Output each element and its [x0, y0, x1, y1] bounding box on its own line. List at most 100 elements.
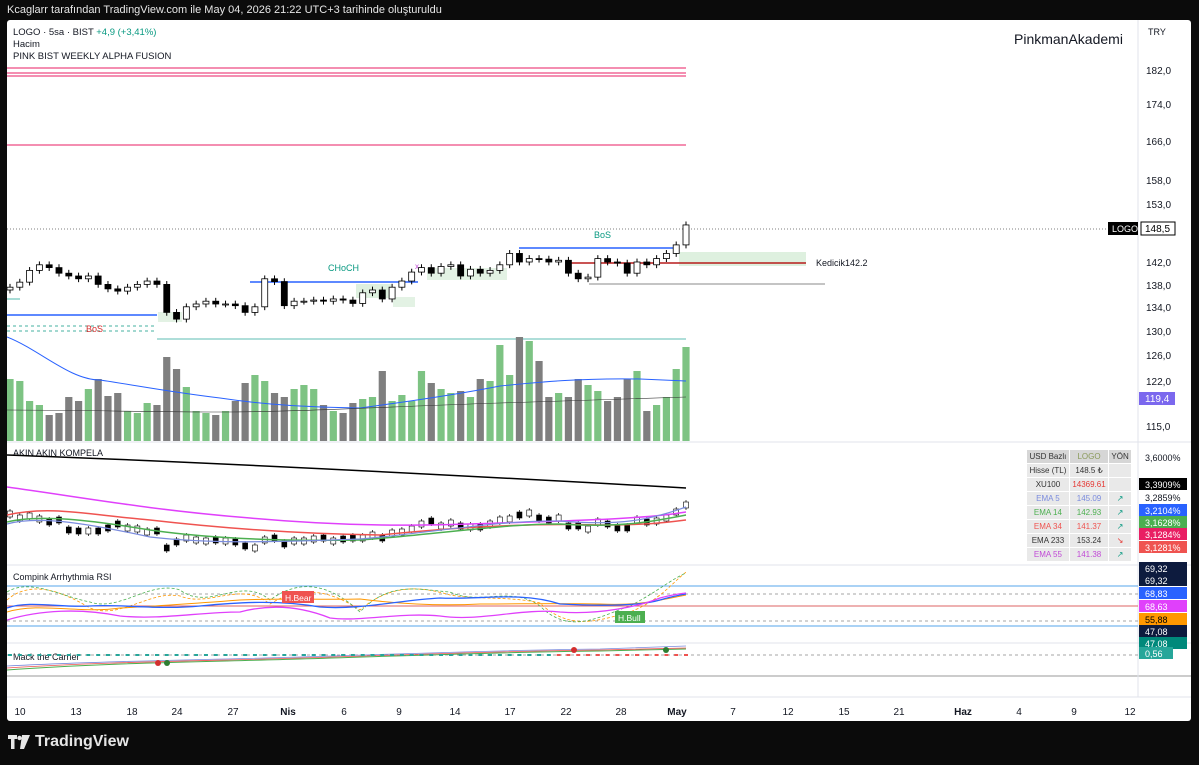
- candle: [545, 258, 553, 263]
- table-cell: ↘: [1108, 533, 1132, 548]
- rsi-line: [7, 594, 687, 613]
- carrier-bar: [96, 654, 101, 656]
- chart-legend: LOGO · 5sa · BIST +4,9 (+3,41%) Hacim PI…: [13, 27, 171, 63]
- y-tick-label: 142,0: [1146, 258, 1171, 269]
- x-tick-label: 7: [730, 707, 736, 718]
- carrier-line: [7, 648, 687, 671]
- currency-label[interactable]: TRY: [1148, 27, 1166, 37]
- carrier-bar: [272, 654, 277, 656]
- y-tick-label: 115,0: [1146, 422, 1171, 433]
- carrier-bar: [615, 654, 620, 656]
- carrier-bar: [331, 654, 336, 656]
- carrier-bar: [47, 654, 52, 656]
- sub-candle: [252, 544, 258, 552]
- candle: [555, 259, 563, 263]
- candle: [427, 267, 435, 274]
- carrier-bar: [458, 654, 463, 656]
- table-cell: [1108, 463, 1132, 478]
- volume-bar: [45, 415, 53, 441]
- y-tick-label: 134,0: [1146, 303, 1171, 314]
- volume-bar: [594, 391, 602, 441]
- symbol-label: LOGO · 5sa · BIST: [13, 27, 94, 38]
- candle: [35, 264, 43, 271]
- carrier-bar: [135, 654, 140, 656]
- volume-bar: [94, 379, 102, 441]
- candle: [280, 281, 288, 307]
- sub-candle: [497, 516, 503, 524]
- tradingview-logo[interactable]: TradingView: [8, 733, 129, 751]
- candle: [16, 281, 24, 288]
- candle: [349, 299, 357, 304]
- chart-frame[interactable]: 10 13 18 24 27 Nis 6 9 14 17 22 28 May 7 12 15 21 Haz 4 9 12…: [7, 20, 1191, 721]
- carrier-bar: [184, 654, 189, 656]
- y-tick-label: 166,0: [1146, 137, 1171, 148]
- carrier-bar: [66, 654, 71, 656]
- table-row: Hisse (TL) 148.5 ₺: [1026, 463, 1132, 478]
- volume-bar: [633, 371, 641, 441]
- candle: [614, 261, 621, 264]
- sub2-value: 69,32: [1145, 576, 1168, 586]
- table-cell: 141.37: [1068, 519, 1110, 534]
- volume-bar: [623, 379, 631, 441]
- carrier-bar: [497, 654, 502, 656]
- carrier-dot: [663, 647, 669, 653]
- last-price-value: 148,5: [1145, 224, 1170, 235]
- candle: [682, 224, 690, 246]
- sub1-value: 3,1284%: [1145, 530, 1181, 540]
- candle: [486, 269, 494, 274]
- volume-bar: [65, 397, 73, 441]
- candle: [388, 286, 396, 300]
- table-row: XU100 14369.61: [1026, 477, 1132, 492]
- table-cell: 148.5 ₺: [1068, 463, 1110, 478]
- x-tick-label: 6: [341, 707, 347, 718]
- volume-bar: [682, 347, 690, 441]
- volume-bar: [604, 401, 612, 441]
- volume-bar: [143, 403, 151, 441]
- candle: [133, 283, 141, 288]
- carrier-bar: [419, 654, 424, 656]
- sub-candle: [46, 518, 52, 526]
- volume-bar: [251, 375, 259, 441]
- volume-bar: [545, 397, 553, 441]
- volume-bar: [662, 397, 671, 441]
- sub2-value: 47,08: [1145, 627, 1168, 637]
- y-tick-label: 130,0: [1146, 327, 1171, 338]
- sub2-value: 69,32: [1145, 564, 1168, 574]
- sub-candle: [408, 525, 415, 533]
- carrier-dot: [155, 660, 161, 666]
- volume-value: 119,4: [1145, 394, 1170, 405]
- volume-bar: [486, 381, 494, 441]
- sub-candle: [506, 515, 513, 523]
- table-cell: ↗: [1108, 547, 1132, 562]
- volume-bar: [329, 411, 337, 441]
- price-chart[interactable]: 10 13 18 24 27 Nis 6 9 14 17 22 28 May 7 12 15 21 Haz 4 9 12…: [7, 20, 1191, 721]
- carrier-bar: [27, 654, 32, 656]
- candle: [329, 298, 337, 302]
- table-cell: EMA 55: [1026, 547, 1070, 562]
- candle: [163, 283, 171, 313]
- volume-bar: [319, 405, 328, 441]
- candle: [7, 286, 14, 291]
- bos-label: BoS: [594, 230, 611, 240]
- share-caption: Kcaglarr tarafından TradingView.com ile …: [7, 4, 442, 16]
- tradingview-icon: [8, 735, 30, 749]
- candle: [75, 275, 82, 280]
- candle: [202, 300, 210, 305]
- sub1-value: 3,3909%: [1145, 480, 1181, 490]
- volume-bar: [525, 341, 533, 441]
- volume-bar: [182, 387, 190, 441]
- table-cell: 145.09: [1068, 491, 1110, 506]
- table-cell: ↗: [1108, 519, 1132, 534]
- candle: [124, 286, 131, 292]
- table-cell: 153.24: [1068, 533, 1110, 548]
- candle: [643, 261, 651, 266]
- carrier-bar: [664, 654, 669, 656]
- volume-bar: [457, 391, 465, 441]
- carrier-bar: [301, 654, 306, 656]
- bos-label: BoS: [86, 324, 103, 334]
- carrier-dot: [164, 660, 170, 666]
- volume-bar: [55, 413, 63, 441]
- table-row: EMA 14 142.93 ↗: [1026, 505, 1132, 520]
- sub-candle: [75, 527, 82, 535]
- volume-bar: [427, 383, 435, 441]
